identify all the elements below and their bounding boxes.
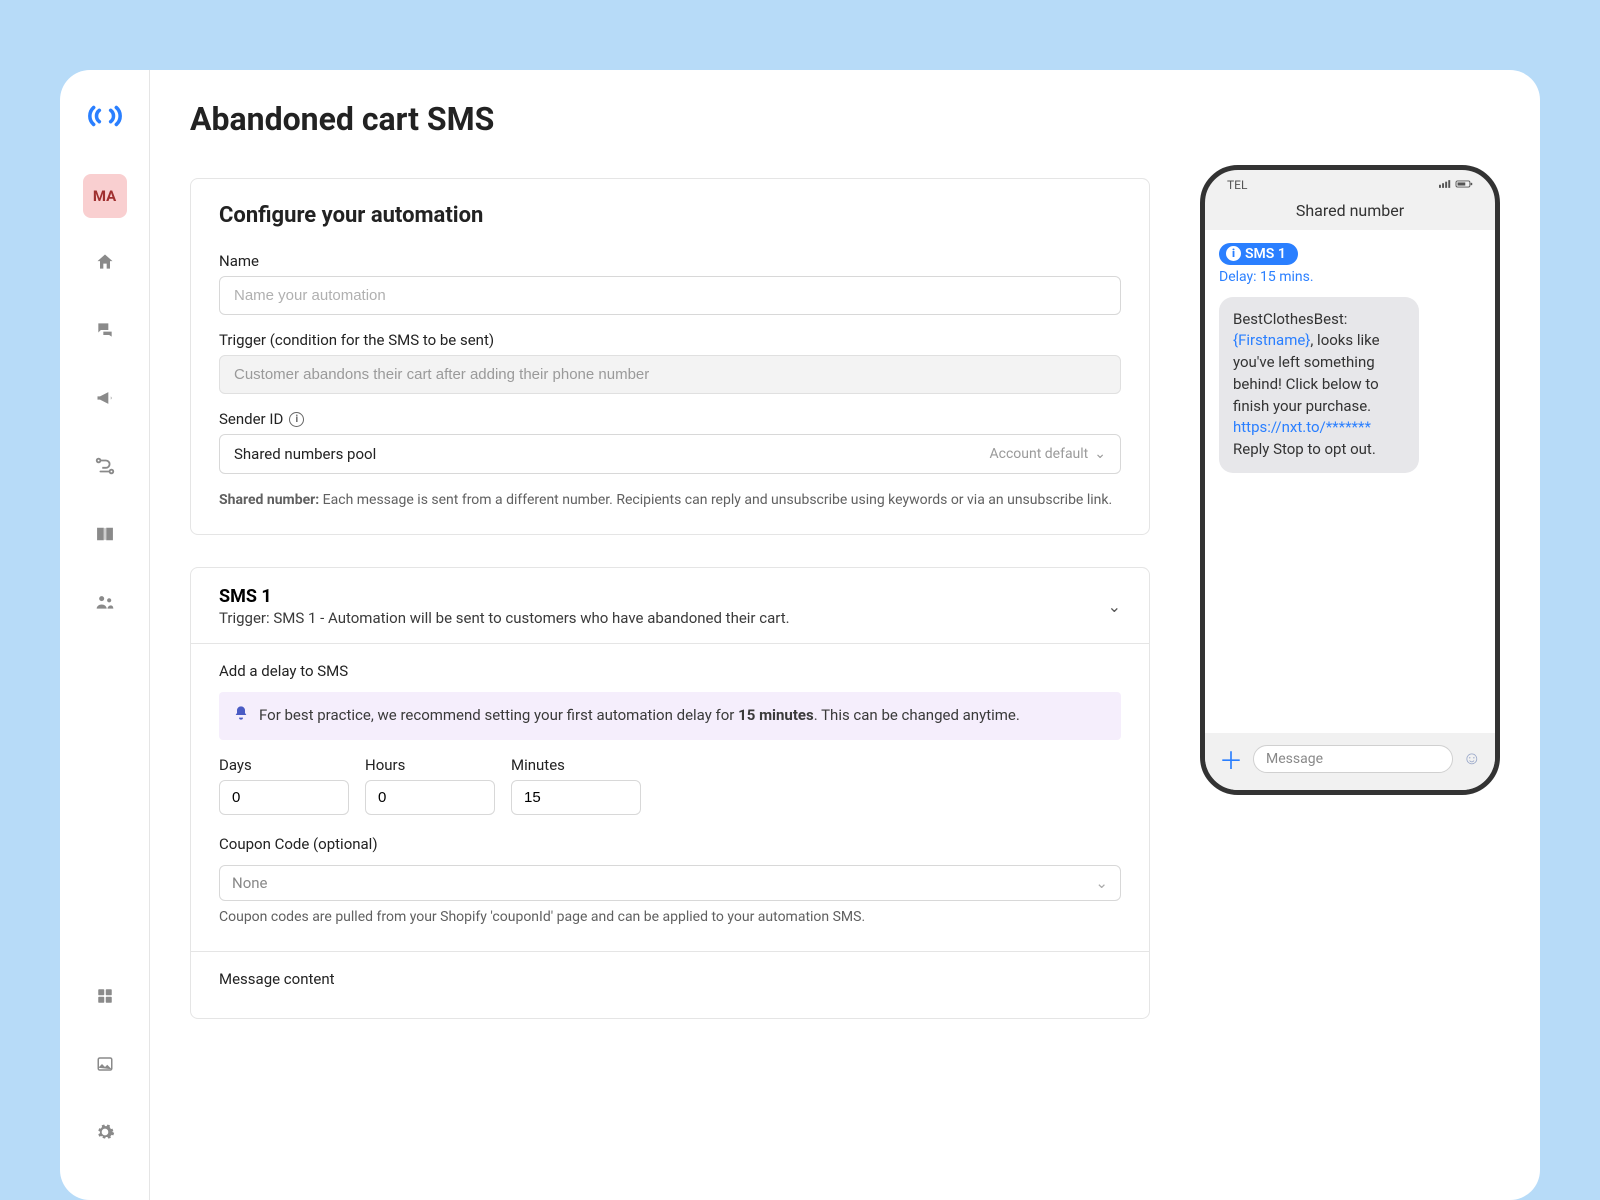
phone-header: Shared number bbox=[1205, 197, 1495, 230]
divider bbox=[191, 951, 1149, 952]
page-title: Abandoned cart SMS bbox=[190, 100, 1150, 138]
phone-preview: TEL Shared number i SMS 1 Delay: 15 mins… bbox=[1200, 165, 1500, 1200]
phone-body: i SMS 1 Delay: 15 mins. BestClothesBest:… bbox=[1205, 230, 1495, 733]
signal-battery-icon bbox=[1439, 178, 1473, 193]
content-area: Abandoned cart SMS Configure your automa… bbox=[150, 70, 1540, 1200]
minutes-label: Minutes bbox=[511, 756, 641, 774]
hours-label: Hours bbox=[365, 756, 495, 774]
sender-select-suffix: Account default ⌄ bbox=[989, 446, 1106, 462]
flow-icon bbox=[94, 455, 116, 481]
merge-tag-firstname: {Firstname} bbox=[1233, 331, 1310, 349]
trigger-label: Trigger (condition for the SMS to be sen… bbox=[219, 331, 1121, 349]
nav-item-home[interactable] bbox=[83, 242, 127, 286]
coupon-select-value: None bbox=[232, 874, 268, 892]
gear-icon bbox=[95, 1122, 115, 1146]
sms-preview-badge: i SMS 1 bbox=[1219, 243, 1298, 265]
message-content-label: Message content bbox=[219, 970, 1121, 988]
nav-item-ma[interactable]: MA bbox=[83, 174, 127, 218]
preview-link: https://nxt.to/******* bbox=[1233, 418, 1371, 436]
phone-message-input[interactable]: Message bbox=[1253, 745, 1453, 773]
sender-select[interactable]: Shared numbers pool Account default ⌄ bbox=[219, 434, 1121, 474]
sender-select-value: Shared numbers pool bbox=[234, 445, 376, 463]
minutes-input[interactable] bbox=[511, 780, 641, 815]
sms1-title: SMS 1 bbox=[219, 586, 790, 607]
nav-item-settings[interactable] bbox=[83, 1112, 127, 1156]
hours-input[interactable] bbox=[365, 780, 495, 815]
coupon-label: Coupon Code (optional) bbox=[219, 835, 1121, 853]
nav-item-campaigns[interactable] bbox=[83, 378, 127, 422]
sender-helper: Shared number: Each message is sent from… bbox=[219, 490, 1121, 510]
nav-item-flows[interactable] bbox=[83, 446, 127, 490]
phone-input-row: ＋ Message ☺ bbox=[1205, 733, 1495, 790]
delay-section-label: Add a delay to SMS bbox=[219, 662, 1121, 680]
chevron-down-icon: ⌄ bbox=[1094, 446, 1106, 462]
home-icon bbox=[95, 252, 115, 276]
grid-icon bbox=[96, 987, 114, 1009]
bell-icon bbox=[233, 705, 249, 728]
plus-icon[interactable]: ＋ bbox=[1219, 741, 1243, 776]
nav-item-media[interactable] bbox=[83, 1044, 127, 1088]
phone-frame: TEL Shared number i SMS 1 Delay: 15 mins… bbox=[1200, 165, 1500, 795]
config-card-title: Configure your automation bbox=[219, 203, 1121, 228]
nav-item-library[interactable] bbox=[83, 514, 127, 558]
config-card: Configure your automation Name Trigger (… bbox=[190, 178, 1150, 535]
logo-icon bbox=[87, 98, 123, 134]
sender-label: Sender ID i bbox=[219, 410, 1121, 428]
nav-item-contacts[interactable] bbox=[83, 582, 127, 626]
nav-item-apps[interactable] bbox=[83, 976, 127, 1020]
sidebar: MA bbox=[60, 70, 150, 1200]
sender-label-text: Sender ID bbox=[219, 410, 283, 428]
info-circle-icon: i bbox=[1226, 246, 1241, 261]
carrier-label: TEL bbox=[1227, 178, 1247, 193]
chevron-down-icon: ⌄ bbox=[1108, 597, 1121, 616]
app-window: MA Abandoned cart S bbox=[60, 70, 1540, 1200]
nav-item-chat[interactable] bbox=[83, 310, 127, 354]
days-label: Days bbox=[219, 756, 349, 774]
sms-bubble: BestClothesBest: {Firstname}, looks like… bbox=[1219, 297, 1419, 473]
users-icon bbox=[95, 592, 115, 616]
delay-inputs-row: Days Hours Minutes bbox=[219, 756, 1121, 815]
name-input[interactable] bbox=[219, 276, 1121, 315]
info-icon[interactable]: i bbox=[289, 412, 304, 427]
coupon-select[interactable]: None ⌄ bbox=[219, 865, 1121, 901]
name-label: Name bbox=[219, 252, 1121, 270]
sms1-subtitle: Trigger: SMS 1 - Automation will be sent… bbox=[219, 609, 790, 627]
book-icon bbox=[95, 524, 115, 548]
chat-icon bbox=[95, 320, 115, 344]
emoji-icon[interactable]: ☺ bbox=[1463, 748, 1481, 769]
megaphone-icon bbox=[95, 388, 115, 412]
main-column: Abandoned cart SMS Configure your automa… bbox=[190, 100, 1150, 1200]
sms1-header[interactable]: SMS 1 Trigger: SMS 1 - Automation will b… bbox=[191, 568, 1149, 644]
days-input[interactable] bbox=[219, 780, 349, 815]
sms1-card: SMS 1 Trigger: SMS 1 - Automation will b… bbox=[190, 567, 1150, 1019]
coupon-helper: Coupon codes are pulled from your Shopif… bbox=[219, 907, 1121, 927]
image-icon bbox=[96, 1055, 114, 1077]
preview-delay-text: Delay: 15 mins. bbox=[1219, 269, 1481, 285]
delay-info-banner: For best practice, we recommend setting … bbox=[219, 692, 1121, 740]
phone-status-bar: TEL bbox=[1205, 170, 1495, 197]
trigger-input bbox=[219, 355, 1121, 394]
chevron-down-icon: ⌄ bbox=[1095, 874, 1108, 892]
